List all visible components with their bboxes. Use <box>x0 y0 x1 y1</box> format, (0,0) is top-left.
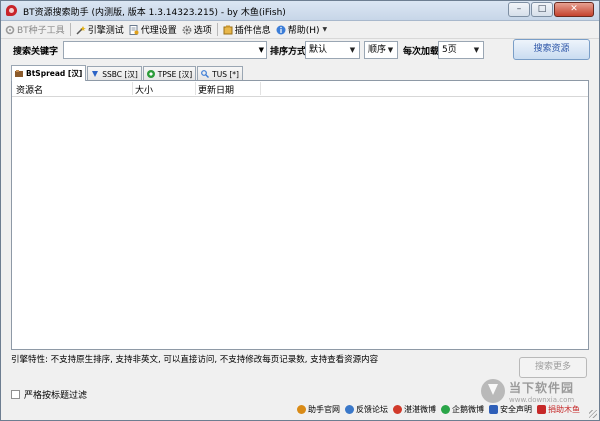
sort-label: 排序方式 <box>270 47 307 57</box>
menu-proxy-label: 代理设置 <box>140 26 177 36</box>
order-select[interactable]: 顺序 ▼ <box>364 41 398 59</box>
search-bar: 搜索关键字 ▼ 排序方式 默认 ▼ 顺序 ▼ 每次加载 5页 ▼ 搜索资源 <box>1 38 599 64</box>
load-value: 5页 <box>442 45 457 55</box>
globe-icon <box>297 405 306 414</box>
title-filter-checkbox[interactable] <box>11 390 20 399</box>
window-title: BT资源搜索助手 (内测版, 版本 1.3.14323.215) - by 木鱼… <box>23 8 286 18</box>
document-gear-icon <box>129 24 139 35</box>
toolbar-separator <box>69 23 71 36</box>
watermark-title: 当下软件园 <box>509 381 575 395</box>
download-arrow-icon <box>481 379 505 403</box>
toolbar-separator <box>216 23 218 36</box>
menu-options-label: 选项 <box>193 26 212 36</box>
qq-icon <box>441 405 450 414</box>
link-donate[interactable]: 捐助木鱼 <box>537 404 580 415</box>
link-official-site-label: 助手官网 <box>308 405 340 414</box>
chevron-down-icon: ▼ <box>349 46 356 54</box>
tab-tpse[interactable]: TPSE [汉] <box>142 66 197 81</box>
sort-select[interactable]: 默认 ▼ <box>305 41 360 59</box>
chevron-down-icon: ▼ <box>473 46 480 54</box>
menu-bt-tools[interactable]: BT种子工具 <box>5 23 65 36</box>
info-icon <box>276 25 286 35</box>
tab-ssbc[interactable]: SSBC [汉] <box>87 66 142 81</box>
menu-help-label: 帮助(H) <box>287 26 320 36</box>
menu-engine-test[interactable]: 引擎测试 <box>76 23 124 36</box>
ssbc-icon <box>91 70 99 78</box>
column-header-name[interactable]: 资源名 <box>16 83 43 96</box>
results-header: 资源名 大小 更新日期 <box>12 81 588 97</box>
gift-icon <box>537 405 546 414</box>
menu-plugins-label: 插件信息 <box>234 26 271 36</box>
search-more-button[interactable]: 搜索更多 <box>519 357 587 378</box>
results-list[interactable]: 资源名 大小 更新日期 <box>11 80 589 350</box>
gear-icon <box>5 25 15 35</box>
title-filter-label: 严格按标题过滤 <box>24 391 88 401</box>
tab-tus[interactable]: TUS [*] <box>197 66 243 81</box>
link-qq-weibo[interactable]: 企鹅微博 <box>441 404 484 415</box>
title-bar[interactable]: BT资源搜索助手 (内测版, 版本 1.3.14323.215) - by 木鱼… <box>1 1 599 21</box>
menu-engine-test-label: 引擎测试 <box>87 26 124 36</box>
app-icon <box>6 5 17 16</box>
load-select[interactable]: 5页 ▼ <box>438 41 484 59</box>
chevron-down-icon: ▼ <box>322 26 328 33</box>
weibo-icon <box>393 405 402 414</box>
resize-grip[interactable] <box>589 410 597 418</box>
menu-proxy[interactable]: 代理设置 <box>129 23 177 36</box>
keyword-input[interactable]: ▼ <box>63 41 267 59</box>
engine-tabs: BtSpread [汉] SSBC [汉] TPSE [汉] TUS [*] <box>11 65 244 81</box>
column-header-size[interactable]: 大小 <box>135 83 153 96</box>
window-controls: – □ ✕ <box>507 2 594 17</box>
tab-tpse-label: TPSE [汉] <box>157 69 193 79</box>
menu-plugins[interactable]: 插件信息 <box>223 23 271 36</box>
link-qq-weibo-label: 企鹅微博 <box>452 405 484 414</box>
chevron-down-icon: ▼ <box>387 46 394 54</box>
keyword-label: 搜索关键字 <box>13 47 59 57</box>
link-security-statement-label: 安全声明 <box>500 405 532 414</box>
column-header-date[interactable]: 更新日期 <box>198 83 234 96</box>
footer-links: 助手官网 反馈论坛 湛湛微博 企鹅微博 安全声明 捐助木鱼 <box>297 404 585 415</box>
tab-ssbc-label: SSBC [汉] <box>102 69 138 79</box>
chevron-down-icon[interactable]: ▼ <box>259 42 264 58</box>
shield-icon <box>489 405 498 414</box>
engine-feature-text: 引擎特性: 不支持原生排序, 支持非英文, 可以直接访问, 不支持修改每页记录数… <box>11 355 379 365</box>
link-security-statement[interactable]: 安全声明 <box>489 404 532 415</box>
watermark: 当下软件园 www.downxia.com <box>481 379 574 404</box>
tab-tus-label: TUS [*] <box>212 69 239 79</box>
link-feedback-forum[interactable]: 反馈论坛 <box>345 404 388 415</box>
app-window: BT资源搜索助手 (内测版, 版本 1.3.14323.215) - by 木鱼… <box>0 0 600 421</box>
maximize-button[interactable]: □ <box>531 2 553 17</box>
bt-spread-icon <box>15 69 23 78</box>
settings-icon <box>182 25 192 35</box>
menu-help[interactable]: 帮助(H) ▼ <box>276 23 327 36</box>
column-divider[interactable] <box>260 82 261 95</box>
link-donate-label: 捐助木鱼 <box>548 405 580 414</box>
wand-icon <box>76 25 86 35</box>
column-divider[interactable] <box>132 82 133 95</box>
close-button[interactable]: ✕ <box>554 2 594 17</box>
tab-btspread-label: BtSpread [汉] <box>26 69 83 78</box>
plugin-icon <box>223 25 233 35</box>
menu-bt-tools-label: BT种子工具 <box>17 26 65 36</box>
toolbar: BT种子工具 引擎测试 代理设置 选项 插件信息 帮助(H) ▼ <box>1 21 599 39</box>
menu-options[interactable]: 选项 <box>182 23 212 36</box>
tab-btspread[interactable]: BtSpread [汉] <box>11 65 87 81</box>
link-official-site[interactable]: 助手官网 <box>297 404 340 415</box>
load-label: 每次加载 <box>403 47 440 57</box>
link-weibo-label: 湛湛微博 <box>404 405 436 414</box>
column-divider[interactable] <box>195 82 196 95</box>
search-button[interactable]: 搜索资源 <box>513 39 590 60</box>
link-feedback-forum-label: 反馈论坛 <box>356 405 388 414</box>
minimize-button[interactable]: – <box>508 2 530 17</box>
title-filter-option[interactable]: 严格按标题过滤 <box>11 388 87 401</box>
tus-icon <box>201 70 210 78</box>
forum-icon <box>345 405 354 414</box>
link-weibo[interactable]: 湛湛微博 <box>393 404 436 415</box>
sort-value: 默认 <box>309 45 328 55</box>
watermark-url: www.downxia.com <box>509 396 575 404</box>
tpse-icon <box>146 70 155 78</box>
